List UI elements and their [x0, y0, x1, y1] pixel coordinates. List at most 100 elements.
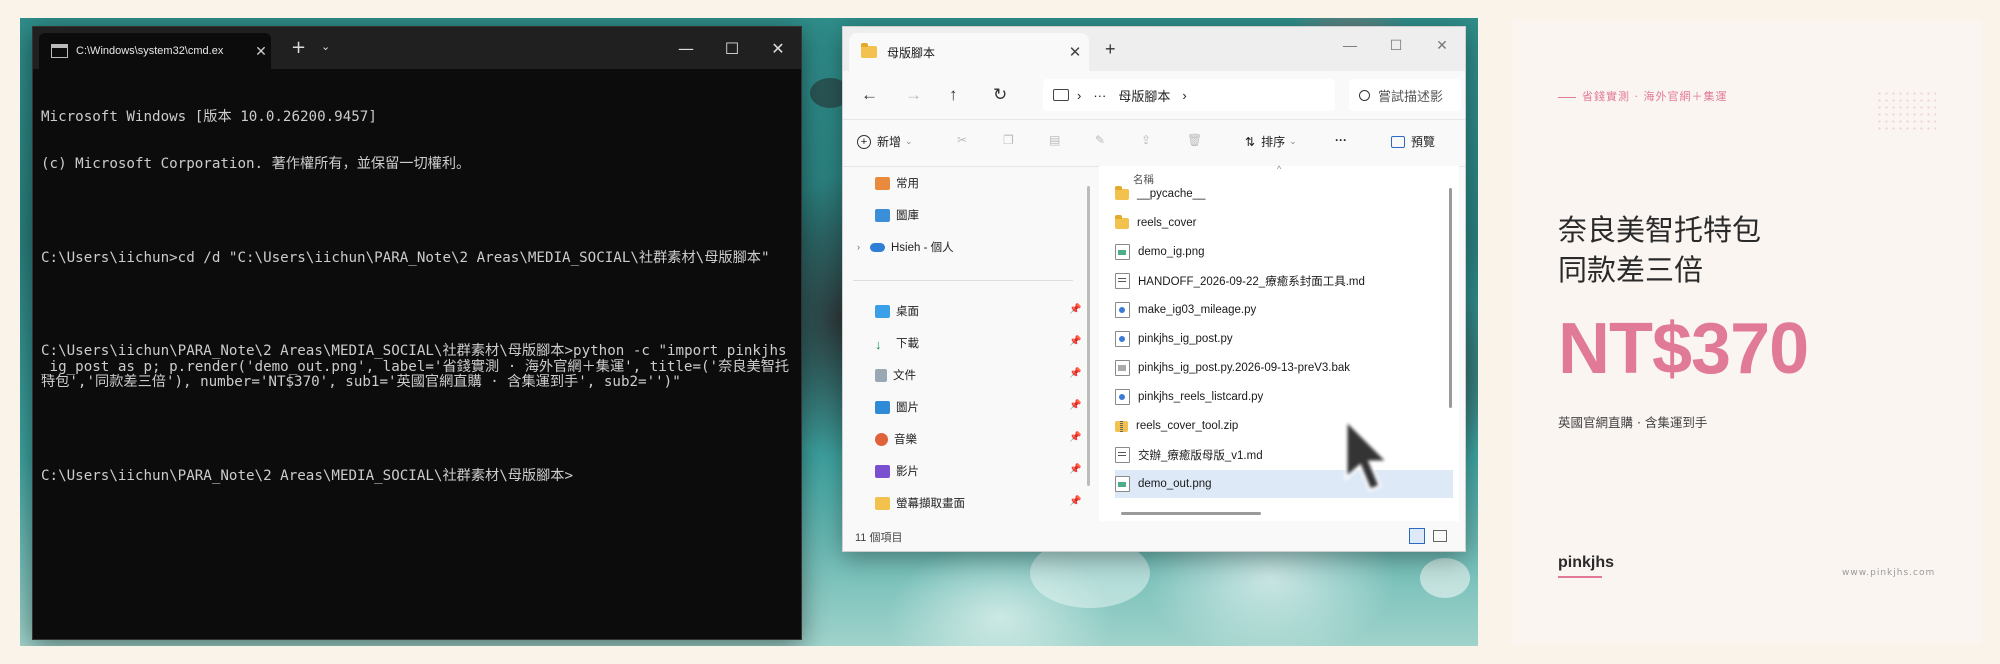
tab-close-icon[interactable]: ✕	[1061, 43, 1089, 61]
folder-icon	[1115, 185, 1129, 200]
nav-item-documents[interactable]: 文件	[875, 364, 916, 386]
close-button[interactable]: ✕	[755, 27, 801, 69]
pictures-icon	[875, 400, 890, 414]
breadcrumb-more[interactable]: ···	[1093, 88, 1106, 103]
nav-item-desktop[interactable]: 桌面	[875, 300, 919, 322]
new-tab-button[interactable]: +	[1105, 39, 1116, 60]
forward-arrow-icon[interactable]: →	[905, 85, 922, 105]
card-price: NT$370	[1558, 309, 1809, 389]
file-name: pinkjhs_reels_listcard.py	[1138, 391, 1264, 403]
card-label-text: 省錢實測 · 海外官網＋集運	[1582, 90, 1728, 103]
post-preview-card: 省錢實測 · 海外官網＋集運 奈良美智托特包 同款差三倍 NT$370 英國官網…	[1512, 20, 1982, 644]
sort-button-label: 排序	[1261, 135, 1286, 149]
cmd-tab[interactable]: C:\Windows\system32\cmd.ex ✕	[39, 33, 271, 69]
tiles-view-icon[interactable]	[1433, 530, 1447, 542]
nav-item-pictures[interactable]: 圖片	[875, 396, 919, 418]
maximize-button[interactable]: ☐	[1373, 27, 1419, 63]
cmd-tab-title: C:\Windows\system32\cmd.ex	[76, 45, 224, 57]
horizontal-scrollbar[interactable]	[1121, 512, 1261, 515]
new-tab-button[interactable]: +	[291, 37, 306, 58]
brand-logo: pinkjhs	[1558, 554, 1615, 578]
nav-item-home[interactable]: 常用	[875, 172, 919, 194]
document-icon	[875, 368, 887, 382]
python-file-icon	[1115, 302, 1130, 318]
folder-icon	[875, 496, 890, 510]
file-row[interactable]: pinkjhs_ig_post.py.2026-09-13-preV3.bak	[1115, 354, 1453, 382]
file-row[interactable]: pinkjhs_reels_listcard.py	[1115, 383, 1453, 411]
pin-icon[interactable]: 📌	[1069, 336, 1081, 347]
file-name: pinkjhs_ig_post.py.2026-09-13-preV3.bak	[1138, 362, 1351, 374]
plus-circle-icon: +	[857, 134, 871, 149]
minimize-button[interactable]: —	[1327, 27, 1373, 63]
nav-item-downloads[interactable]: ↓ 下載	[875, 332, 919, 354]
file-row[interactable]: demo_ig.png	[1115, 238, 1453, 266]
file-row[interactable]: reels_cover_tool.zip	[1115, 412, 1453, 440]
file-row[interactable]: HANDOFF_2026-09-22_療癒系封面工具.md	[1115, 267, 1453, 295]
nav-item-gallery[interactable]: 圖庫	[875, 204, 919, 226]
pin-icon[interactable]: 📌	[1069, 432, 1081, 443]
breadcrumb-separator: ›	[1077, 87, 1082, 103]
maximize-button[interactable]: ☐	[709, 27, 755, 69]
rename-icon[interactable]: ✎	[1095, 133, 1105, 147]
file-name: HANDOFF_2026-09-22_療癒系封面工具.md	[1138, 276, 1365, 288]
nav-item-label: Hsieh - 個人	[891, 242, 954, 254]
sort-button[interactable]: ⇅ 排序 ⌄	[1245, 133, 1297, 150]
explorer-tab-bar: 母版腳本 ✕ + — ☐ ✕	[843, 27, 1465, 71]
up-arrow-icon[interactable]: ↑	[949, 85, 958, 105]
paste-icon[interactable]: ▤	[1049, 133, 1060, 147]
terminal-line: (c) Microsoft Corporation. 著作權所有，並保留一切權利…	[41, 155, 471, 172]
nav-item-label: 圖庫	[896, 210, 919, 222]
more-options-button[interactable]: ···	[1335, 133, 1347, 147]
refresh-icon[interactable]: ↻	[993, 85, 1007, 105]
close-button[interactable]: ✕	[1419, 27, 1465, 63]
share-icon[interactable]: ⇪	[1141, 133, 1151, 147]
cmd-tab-bar: C:\Windows\system32\cmd.ex ✕ + ⌄ — ☐ ✕	[33, 27, 801, 69]
nav-item-screenshots[interactable]: 螢幕擷取畫面	[875, 492, 965, 514]
pin-icon[interactable]: 📌	[1069, 464, 1081, 475]
nav-item-label: 常用	[896, 178, 919, 190]
file-name: 交辦_療癒版母版_v1.md	[1138, 450, 1263, 462]
breadcrumb-current[interactable]: 母版腳本	[1118, 86, 1170, 105]
tab-dropdown-icon[interactable]: ⌄	[321, 40, 330, 53]
nav-item-label: 音樂	[894, 434, 917, 446]
terminal-output[interactable]: Microsoft Windows [版本 10.0.26200.9457] (…	[33, 69, 801, 516]
file-row[interactable]: make_ig03_mileage.py	[1115, 296, 1453, 324]
pin-icon[interactable]: 📌	[1069, 400, 1081, 411]
download-icon: ↓	[875, 336, 882, 352]
preview-pane-icon	[1391, 135, 1405, 148]
file-row[interactable]: pinkjhs_ig_post.py	[1115, 325, 1453, 353]
search-box[interactable]: 嘗試描述影	[1349, 79, 1461, 111]
nav-item-videos[interactable]: 影片	[875, 460, 919, 482]
nav-item-onedrive[interactable]: › Hsieh - 個人	[857, 236, 954, 258]
delete-icon[interactable]: 🗑	[1187, 133, 1202, 147]
nav-item-music[interactable]: 音樂	[875, 428, 917, 450]
nav-item-label: 文件	[893, 370, 916, 382]
details-view-icon[interactable]	[1409, 528, 1425, 544]
navigation-bar: ← → ↑ ↻ › ··· 母版腳本 › 嘗試描述影	[843, 71, 1465, 120]
file-list-scrollbar[interactable]	[1449, 188, 1452, 408]
file-row-selected[interactable]: demo_out.png	[1115, 470, 1453, 498]
file-row[interactable]: 交辦_療癒版母版_v1.md	[1115, 441, 1453, 469]
pin-icon[interactable]: 📌	[1069, 304, 1081, 315]
terminal-line	[41, 422, 791, 438]
search-placeholder: 嘗試描述影	[1378, 88, 1444, 104]
minimize-button[interactable]: —	[663, 27, 709, 69]
cmd-window[interactable]: C:\Windows\system32\cmd.ex ✕ + ⌄ — ☐ ✕ M…	[32, 26, 802, 640]
file-row[interactable]: reels_cover	[1115, 209, 1453, 237]
preview-button[interactable]: 預覽	[1391, 133, 1435, 150]
new-button[interactable]: + 新增 ⌄	[857, 133, 913, 150]
file-row[interactable]: __pycache__	[1115, 180, 1453, 208]
back-arrow-icon[interactable]: ←	[861, 85, 878, 105]
copy-icon[interactable]: ❐	[1003, 133, 1014, 147]
nav-scrollbar[interactable]	[1087, 186, 1090, 486]
cloud-icon	[870, 242, 885, 252]
file-name: reels_cover_tool.zip	[1136, 420, 1239, 432]
pin-icon[interactable]: 📌	[1069, 496, 1081, 507]
address-bar[interactable]: › ··· 母版腳本 ›	[1043, 79, 1335, 111]
explorer-tab[interactable]: 母版腳本 ✕	[849, 33, 1089, 71]
cut-icon[interactable]: ✂	[957, 133, 967, 147]
markdown-file-icon	[1115, 273, 1130, 289]
terminal-line	[41, 297, 791, 313]
tab-close-icon[interactable]: ✕	[251, 43, 271, 60]
pin-icon[interactable]: 📌	[1069, 368, 1081, 379]
